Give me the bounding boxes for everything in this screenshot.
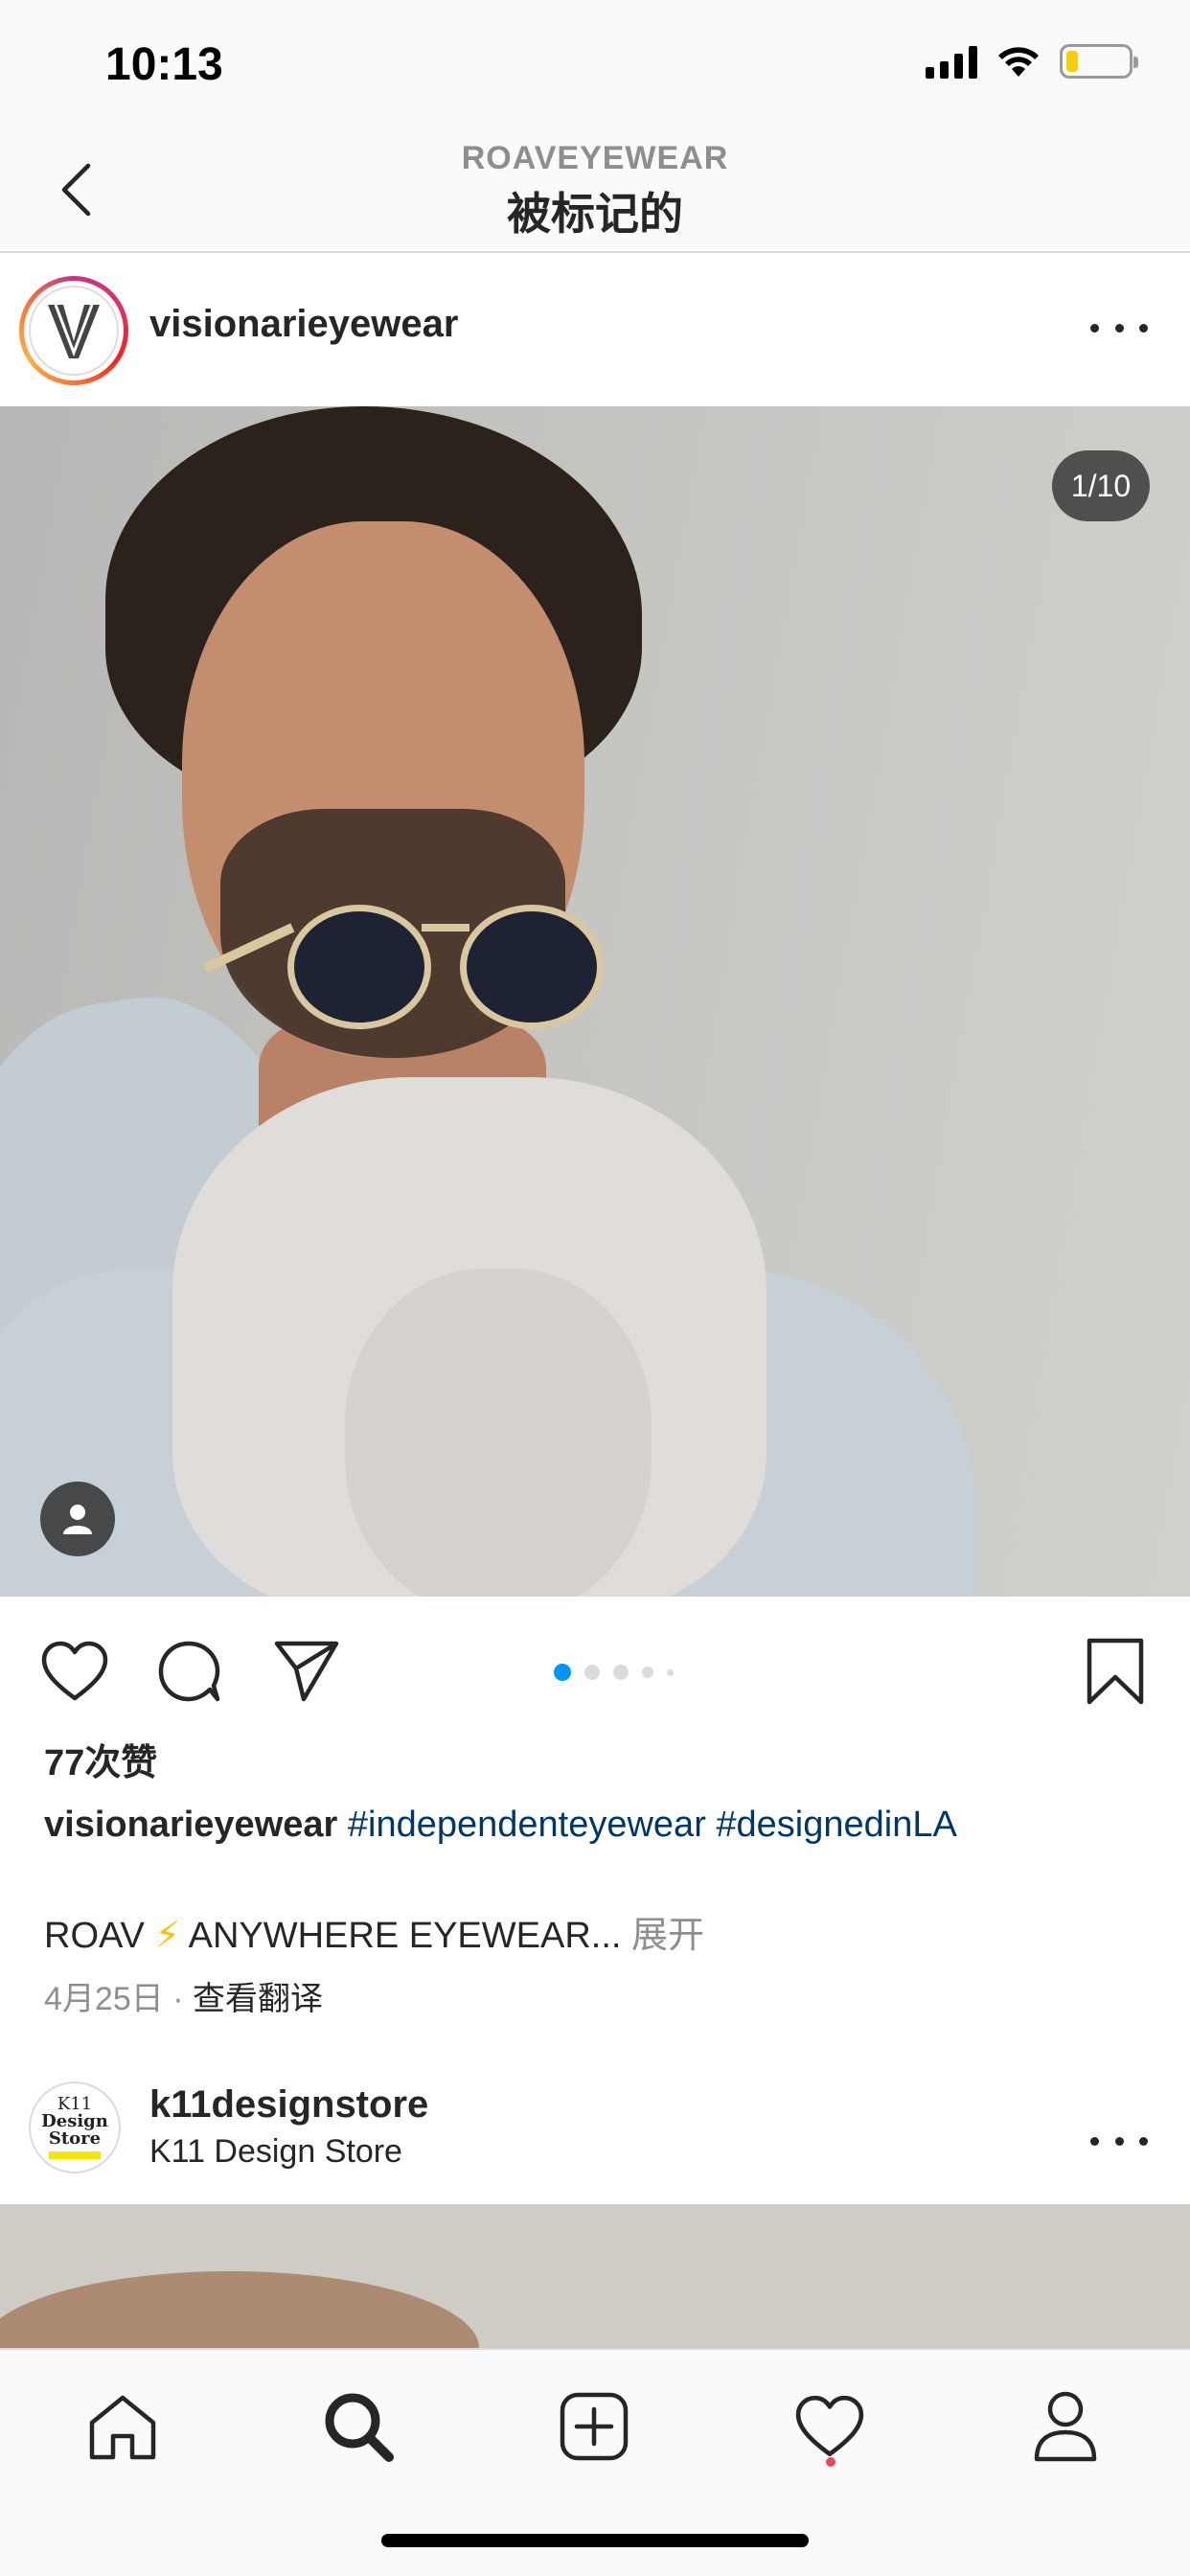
tab-home[interactable]: [65, 2369, 180, 2484]
post-username[interactable]: visionarieyewear: [149, 303, 458, 346]
avatar-logo: [29, 286, 119, 376]
home-icon: [89, 2395, 156, 2460]
bookmark-icon: [1087, 1638, 1144, 1705]
carousel-dot: [584, 1665, 600, 1680]
avatar-yellow-bar: [49, 2151, 101, 2159]
share-icon: [274, 1641, 339, 1702]
meta-separator: ·: [172, 1981, 184, 2017]
share-button[interactable]: [268, 1633, 345, 1710]
caption: visionarieyewear #independenteyewear #de…: [44, 1798, 1156, 1852]
caption-prefix: ROAV: [44, 1916, 145, 1956]
caption-username[interactable]: visionarieyewear: [44, 1805, 337, 1845]
post-meta: 4月25日 · 查看翻译: [44, 1972, 323, 2019]
cellular-signal-icon: [926, 44, 977, 79]
v-logo-icon: [48, 304, 100, 358]
tab-activity[interactable]: [772, 2369, 887, 2484]
lightning-emoji: ⚡: [154, 1916, 181, 1956]
person-icon: [63, 1505, 92, 1534]
post2-location[interactable]: K11 Design Store: [149, 2133, 402, 2171]
status-icons: [926, 44, 1138, 79]
tab-search[interactable]: [301, 2369, 416, 2484]
tagged-people-button[interactable]: [40, 1482, 115, 1556]
tab-profile[interactable]: [1008, 2369, 1123, 2484]
avatar-text-line: Store: [48, 2128, 102, 2149]
status-bar: 10:13: [0, 0, 1190, 126]
more-dot: [1114, 2136, 1124, 2146]
status-time: 10:13: [105, 39, 223, 90]
heart-icon: [41, 1641, 108, 1701]
carousel-dot: [642, 1667, 653, 1678]
caption-text: ROAV ⚡ ANYWHERE EYEWEAR... 展开: [44, 1905, 704, 1958]
more-options-button[interactable]: [1090, 2122, 1148, 2160]
page-title: 被标记的: [507, 189, 683, 239]
battery-icon: [1060, 44, 1138, 79]
caption-hashtags[interactable]: #independenteyewear #designedinLA: [348, 1805, 957, 1845]
add-icon: [560, 2392, 629, 2461]
more-dot: [1090, 323, 1099, 333]
post2-username[interactable]: k11designstore: [149, 2083, 428, 2127]
post-header: visionarieyewear: [0, 255, 1190, 406]
sunglasses: [201, 905, 623, 1039]
expand-caption-link[interactable]: 展开: [631, 1916, 704, 1956]
tab-new-post[interactable]: [537, 2369, 652, 2484]
nav-subtitle: ROAVEYEWEAR: [461, 140, 729, 176]
battery-level: [1066, 51, 1079, 72]
likes-count[interactable]: 77次赞: [44, 1733, 157, 1785]
search-icon: [325, 2393, 394, 2462]
profile-icon: [1034, 2391, 1097, 2462]
more-dot: [1139, 2136, 1148, 2146]
carousel-dot: [554, 1664, 571, 1681]
post2-image[interactable]: [0, 2204, 1190, 2348]
caption-rest: ANYWHERE EYEWEAR...: [188, 1916, 622, 1956]
see-translation-link[interactable]: 查看翻译: [193, 1981, 323, 2017]
post-date: 4月25日: [44, 1981, 164, 2017]
post2-header: K11 Design Store k11designstore K11 Desi…: [0, 2070, 1190, 2204]
more-options-button[interactable]: [1090, 309, 1148, 347]
save-button[interactable]: [1077, 1633, 1154, 1710]
more-dot: [1139, 323, 1148, 333]
avatar[interactable]: [19, 276, 128, 385]
carousel-dot: [667, 1668, 674, 1676]
comment-icon: [158, 1641, 220, 1702]
more-dot: [1090, 2136, 1099, 2146]
more-dot: [1114, 323, 1124, 333]
nav-titles: ROAVEYEWEAR 被标记的: [0, 140, 1190, 242]
nav-header: ROAVEYEWEAR 被标记的: [0, 126, 1190, 253]
like-button[interactable]: [36, 1633, 113, 1710]
comment-button[interactable]: [151, 1633, 228, 1710]
action-bar: [0, 1597, 1190, 1740]
notification-dot: [826, 2457, 835, 2467]
home-indicator[interactable]: [381, 2534, 809, 2547]
avatar[interactable]: K11 Design Store: [29, 2082, 121, 2174]
carousel-dot: [613, 1665, 629, 1680]
post-image[interactable]: 1/10: [0, 406, 1190, 1597]
wifi-icon: [998, 47, 1039, 77]
image-counter: 1/10: [1052, 450, 1150, 521]
carousel-indicator: [554, 1664, 674, 1681]
activity-icon: [795, 2395, 864, 2457]
